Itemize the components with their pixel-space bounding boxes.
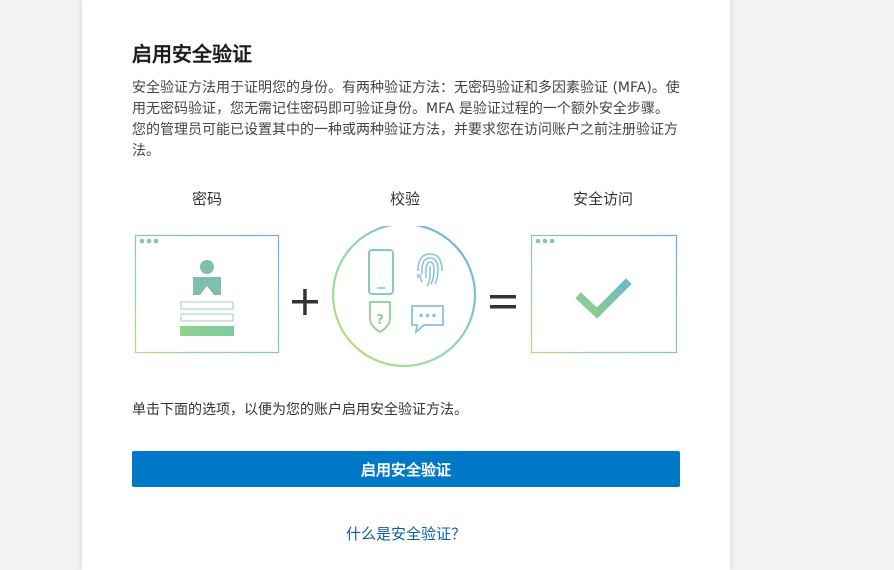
browser-window-icon: [530, 234, 678, 354]
plus-icon: [292, 289, 318, 315]
svg-text:?: ?: [376, 313, 384, 328]
what-is-security-link[interactable]: 什么是安全验证？: [82, 523, 730, 545]
instruction-text: 单击下面的选项，以便为您的账户启用安全验证方法。: [132, 402, 468, 418]
step-label-password: 密码: [191, 190, 222, 208]
description-text: 安全验证方法用于证明您的身份。有两种验证方法：无密码验证和多因素验证 (MFA)…: [132, 80, 680, 159]
enable-security-card: 启用安全验证 安全验证方法用于证明您的身份。有两种验证方法：无密码验证和多因素验…: [82, 0, 730, 570]
enable-security-button[interactable]: 启用安全验证: [132, 451, 680, 487]
step-label-verify: 校验: [389, 190, 420, 208]
verification-illustration: ?: [134, 226, 678, 368]
step-label-secure-access: 安全访问: [572, 190, 633, 208]
verification-circle: [331, 226, 477, 368]
equals-icon: [490, 295, 516, 309]
page-title: 启用安全验证: [132, 42, 252, 66]
